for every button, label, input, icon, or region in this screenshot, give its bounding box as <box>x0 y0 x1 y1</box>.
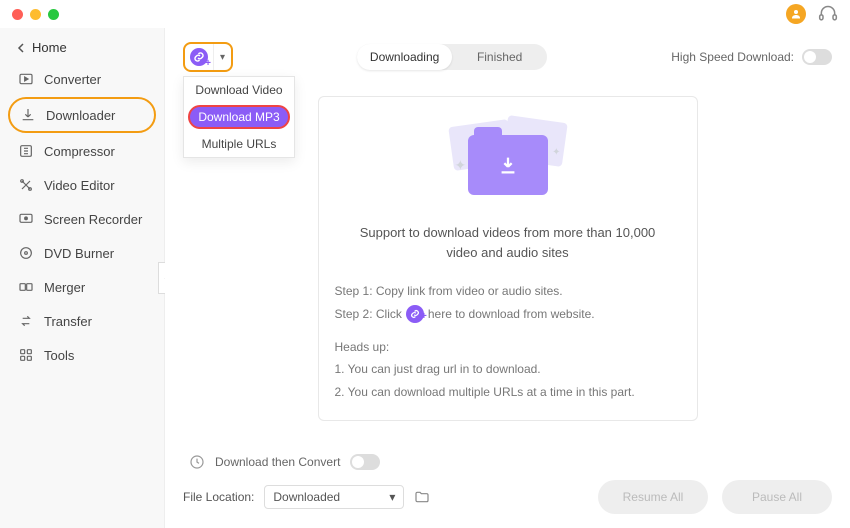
add-download-caret[interactable]: ▾ <box>213 44 231 70</box>
user-avatar[interactable] <box>786 4 806 24</box>
dropdown-item-multiple-urls[interactable]: Multiple URLs <box>184 131 294 157</box>
back-home-button[interactable]: Home <box>8 34 156 61</box>
add-download-split-button: ▾ Download Video Download MP3 Multiple U… <box>183 42 233 72</box>
chevron-left-icon <box>16 43 26 53</box>
status-segment: Downloading Finished <box>357 44 547 70</box>
tab-finished[interactable]: Finished <box>452 44 547 70</box>
dropdown-item-download-video[interactable]: Download Video <box>184 77 294 103</box>
sidebar-item-label: Video Editor <box>44 178 115 193</box>
step-1: Step 1: Copy link from video or audio si… <box>335 280 681 303</box>
sidebar-item-transfer[interactable]: Transfer <box>8 305 156 337</box>
sidebar-item-label: Transfer <box>44 314 92 329</box>
folder-download-icon <box>468 135 548 195</box>
sidebar-item-converter[interactable]: Converter <box>8 63 156 95</box>
sparkle-icon: ✦ <box>455 157 467 174</box>
sparkle-icon: ✦ <box>552 147 560 158</box>
converter-icon <box>18 71 34 87</box>
app-window: Home Converter Downloader Compressor Vid… <box>0 0 850 528</box>
support-icon[interactable] <box>818 4 838 24</box>
clock-icon <box>189 454 205 470</box>
sidebar-item-label: DVD Burner <box>44 246 114 261</box>
window-controls <box>12 9 59 20</box>
steps: Step 1: Copy link from video or audio si… <box>335 280 681 404</box>
dvd-burner-icon <box>18 245 34 261</box>
sidebar-item-tools[interactable]: Tools <box>8 339 156 371</box>
video-editor-icon <box>18 177 34 193</box>
transfer-icon <box>18 313 34 329</box>
main-panel: ▾ Download Video Download MP3 Multiple U… <box>165 28 850 528</box>
empty-state-card: ✦ ✦ Support to download videos from more… <box>318 96 698 421</box>
sidebar-item-label: Converter <box>44 72 101 87</box>
heads-up: Heads up: 1. You can just drag url in to… <box>335 336 681 404</box>
sidebar-item-label: Merger <box>44 280 85 295</box>
dtc-toggle[interactable] <box>350 454 380 470</box>
zoom-window-button[interactable] <box>48 9 59 20</box>
minimize-window-button[interactable] <box>30 9 41 20</box>
link-plus-icon <box>190 48 208 66</box>
sidebar-item-downloader[interactable]: Downloader <box>8 97 156 133</box>
footer: Download then Convert File Location: Dow… <box>183 444 832 514</box>
sidebar-item-video-editor[interactable]: Video Editor <box>8 169 156 201</box>
sidebar-item-label: Screen Recorder <box>44 212 142 227</box>
link-plus-icon <box>406 305 424 323</box>
home-label: Home <box>32 40 67 55</box>
dtc-label: Download then Convert <box>215 455 340 469</box>
titlebar <box>0 0 850 28</box>
close-window-button[interactable] <box>12 9 23 20</box>
merger-icon <box>18 279 34 295</box>
sidebar: Home Converter Downloader Compressor Vid… <box>0 28 165 528</box>
screen-recorder-icon <box>18 211 34 227</box>
compressor-icon <box>18 143 34 159</box>
dropdown-item-download-mp3-wrap: Download MP3 <box>184 103 294 131</box>
chevron-down-icon: ▾ <box>389 490 395 504</box>
illustration: ✦ ✦ <box>335 117 681 207</box>
step-2: Step 2: Click here to download from webs… <box>335 303 681 326</box>
sidebar-item-label: Downloader <box>46 108 115 123</box>
high-speed-label: High Speed Download: <box>671 50 794 64</box>
file-location-row: File Location: Downloaded ▾ Resume All P… <box>183 480 832 514</box>
add-download-dropdown: Download Video Download MP3 Multiple URL… <box>183 76 295 158</box>
sidebar-item-dvd-burner[interactable]: DVD Burner <box>8 237 156 269</box>
high-speed-toggle[interactable] <box>802 49 832 65</box>
dropdown-item-download-mp3[interactable]: Download MP3 <box>188 105 290 129</box>
downloader-icon <box>20 107 36 123</box>
file-location-label: File Location: <box>183 490 254 504</box>
sidebar-item-compressor[interactable]: Compressor <box>8 135 156 167</box>
resume-all-button[interactable]: Resume All <box>598 480 708 514</box>
file-location-select[interactable]: Downloaded ▾ <box>264 485 404 509</box>
download-then-convert: Download then Convert <box>183 454 832 470</box>
sidebar-item-merger[interactable]: Merger <box>8 271 156 303</box>
pause-all-button[interactable]: Pause All <box>722 480 832 514</box>
sidebar-item-screen-recorder[interactable]: Screen Recorder <box>8 203 156 235</box>
tools-icon <box>18 347 34 363</box>
sidebar-item-label: Compressor <box>44 144 115 159</box>
sidebar-item-label: Tools <box>44 348 74 363</box>
toolbar: ▾ Download Video Download MP3 Multiple U… <box>183 42 832 72</box>
high-speed-download: High Speed Download: <box>671 49 832 65</box>
open-folder-button[interactable] <box>414 489 430 505</box>
add-download-button[interactable] <box>185 44 213 70</box>
card-title: Support to download videos from more tha… <box>335 223 681 262</box>
tab-downloading[interactable]: Downloading <box>357 44 452 70</box>
